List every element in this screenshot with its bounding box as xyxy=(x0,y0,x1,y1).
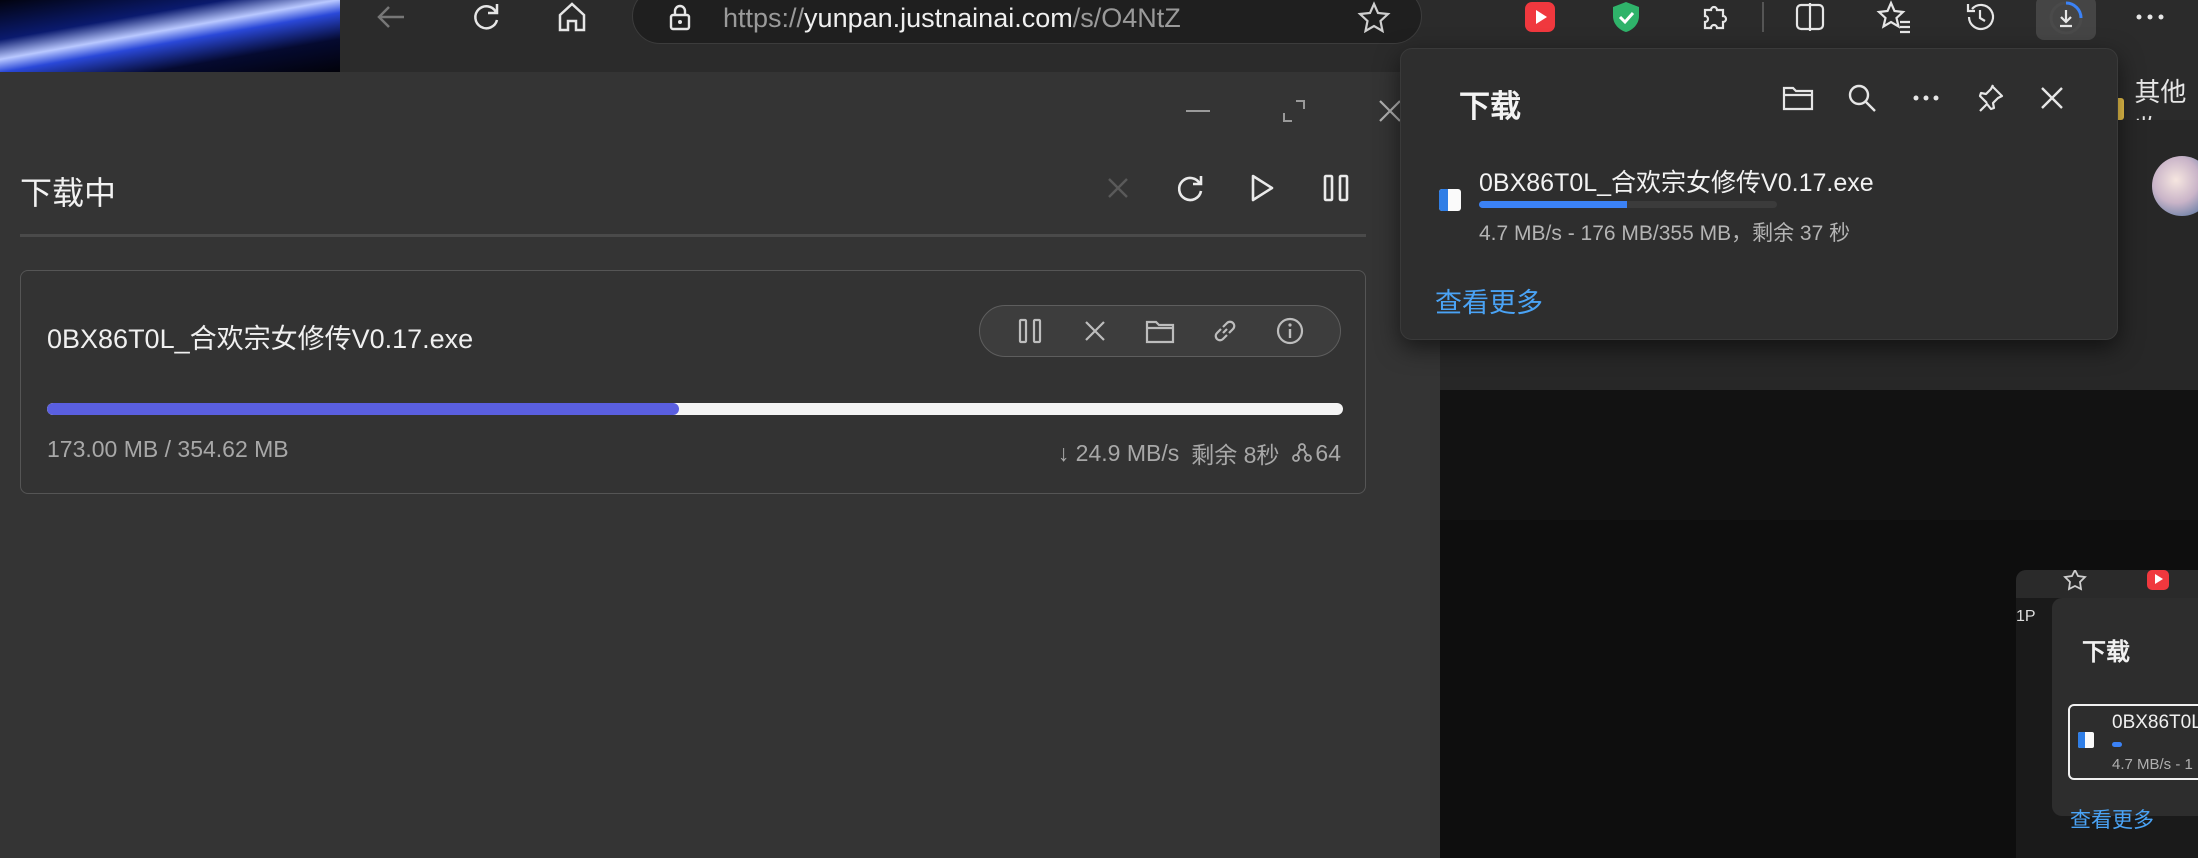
flyout-status-text: 4.7 MB/s - 176 MB/355 MB，剩余 37 秒 xyxy=(1479,222,1851,245)
history-icon[interactable] xyxy=(1958,0,2002,34)
maximize-icon[interactable] xyxy=(1264,86,1324,136)
extensions-icon[interactable] xyxy=(1692,0,1736,34)
lock-icon[interactable] xyxy=(667,3,693,31)
task-stats: ↓ 24.9 MB/s 剩余 8秒 64 xyxy=(1058,436,1341,470)
task-progress-bar xyxy=(47,403,1343,415)
split-screen-icon[interactable] xyxy=(1788,0,1832,34)
task-progress-fill xyxy=(47,403,680,415)
task-file-name: 0BX86T0L_合欢宗女修传V0.17.exe xyxy=(47,324,474,354)
pause-icon[interactable] xyxy=(1006,309,1054,353)
task-action-group xyxy=(979,305,1341,357)
page-title: 下载中 xyxy=(20,175,117,211)
mini-bookmark: 1P xyxy=(2016,608,2036,625)
see-more-link[interactable]: 查看更多 xyxy=(1435,281,1543,320)
peer-count: 64 xyxy=(1291,440,1341,467)
flyout-progress-fill xyxy=(1479,201,1627,208)
mini-file-name: 0BX86T0L xyxy=(2112,712,2198,733)
mini-downloads-flyout: 下载 0BX86T0L 4.7 MB/s - 1 查看更多 xyxy=(2052,598,2198,832)
shield-ext-icon[interactable] xyxy=(1604,0,1648,34)
more-icon[interactable] xyxy=(2128,0,2172,34)
url-scheme: https:// xyxy=(723,3,805,33)
favorites-icon[interactable] xyxy=(1872,0,1916,34)
video-ext-icon xyxy=(2147,570,2169,590)
peers-icon xyxy=(1292,443,1313,462)
home-icon[interactable] xyxy=(550,0,594,34)
video-ext-icon[interactable] xyxy=(1518,0,1562,34)
task-size-text: 173.00 MB / 354.62 MB xyxy=(47,436,289,462)
flyout-title: 下载 xyxy=(1459,89,1521,124)
start-all-icon[interactable] xyxy=(1234,160,1290,216)
mini-download-item: 0BX86T0L 4.7 MB/s - 1 xyxy=(2068,704,2198,780)
pause-all-icon[interactable] xyxy=(1308,160,1364,216)
time-remaining: 剩余 8秒 xyxy=(1191,442,1280,468)
download-speed: ↓ 24.9 MB/s xyxy=(1057,439,1180,466)
info-icon[interactable] xyxy=(1266,309,1314,353)
downloads-flyout: 下载 0BX86T0L_合欢宗女修传V0.17.exe 4.7 MB/s - 1… xyxy=(1400,48,2118,340)
mini-flyout-title: 下载 xyxy=(2082,639,2130,666)
pin-icon[interactable] xyxy=(1965,73,2015,123)
star-icon xyxy=(2063,570,2087,591)
nested-screenshot: 1P 下载 0BX86T0L 4.7 MB/s - 1 查看更多 xyxy=(2016,570,2198,858)
url-path: /s/O4NtZ xyxy=(1072,3,1181,33)
url-text[interactable]: https://yunpan.justnainai.com/s/O4NtZ xyxy=(723,3,1181,34)
exe-file-icon xyxy=(2078,732,2094,748)
close-icon[interactable] xyxy=(2027,73,2077,123)
mini-progress-bar xyxy=(2112,742,2122,747)
mini-status-text: 4.7 MB/s - 1 xyxy=(2112,756,2193,773)
header-divider xyxy=(20,234,1366,237)
minimize-icon[interactable] xyxy=(1168,86,1228,136)
more-options-icon[interactable] xyxy=(1901,73,1951,123)
flyout-file-name[interactable]: 0BX86T0L_合欢宗女修传V0.17.exe xyxy=(1479,163,1874,199)
download-task-card[interactable]: 0BX86T0L_合欢宗女修传V0.17.exe 173.00 MB / 354… xyxy=(20,270,1366,494)
downloader-window: 下载中 0BX86T0L_合欢宗女修传V0.17.exe 173.00 MB /… xyxy=(0,72,1440,858)
search-icon[interactable] xyxy=(1837,73,1887,123)
star-icon[interactable] xyxy=(1357,1,1391,33)
delete-all-icon[interactable] xyxy=(1090,160,1146,216)
web-page-section xyxy=(1440,390,2198,520)
exe-file-icon xyxy=(1439,189,1461,211)
refresh-icon[interactable] xyxy=(1162,160,1218,216)
mini-toolbar xyxy=(2016,570,2198,598)
url-host: yunpan.justnainai.com xyxy=(804,3,1073,33)
peer-count-value: 64 xyxy=(1315,439,1341,466)
refresh-icon[interactable] xyxy=(464,0,508,34)
open-downloads-folder-icon[interactable] xyxy=(1773,73,1823,123)
cancel-icon[interactable] xyxy=(1071,309,1119,353)
copy-link-icon[interactable] xyxy=(1201,309,1249,353)
address-bar[interactable]: https://yunpan.justnainai.com/s/O4NtZ xyxy=(632,0,1422,44)
toolbar-divider xyxy=(1762,2,1764,32)
flyout-progress-bar xyxy=(1479,201,1777,208)
mini-see-more-link: 查看更多 xyxy=(2070,809,2154,832)
desktop-wallpaper xyxy=(0,0,340,72)
back-arrow-icon[interactable] xyxy=(370,0,414,34)
open-folder-icon[interactable] xyxy=(1136,309,1184,353)
downloads-icon[interactable] xyxy=(2036,0,2096,40)
